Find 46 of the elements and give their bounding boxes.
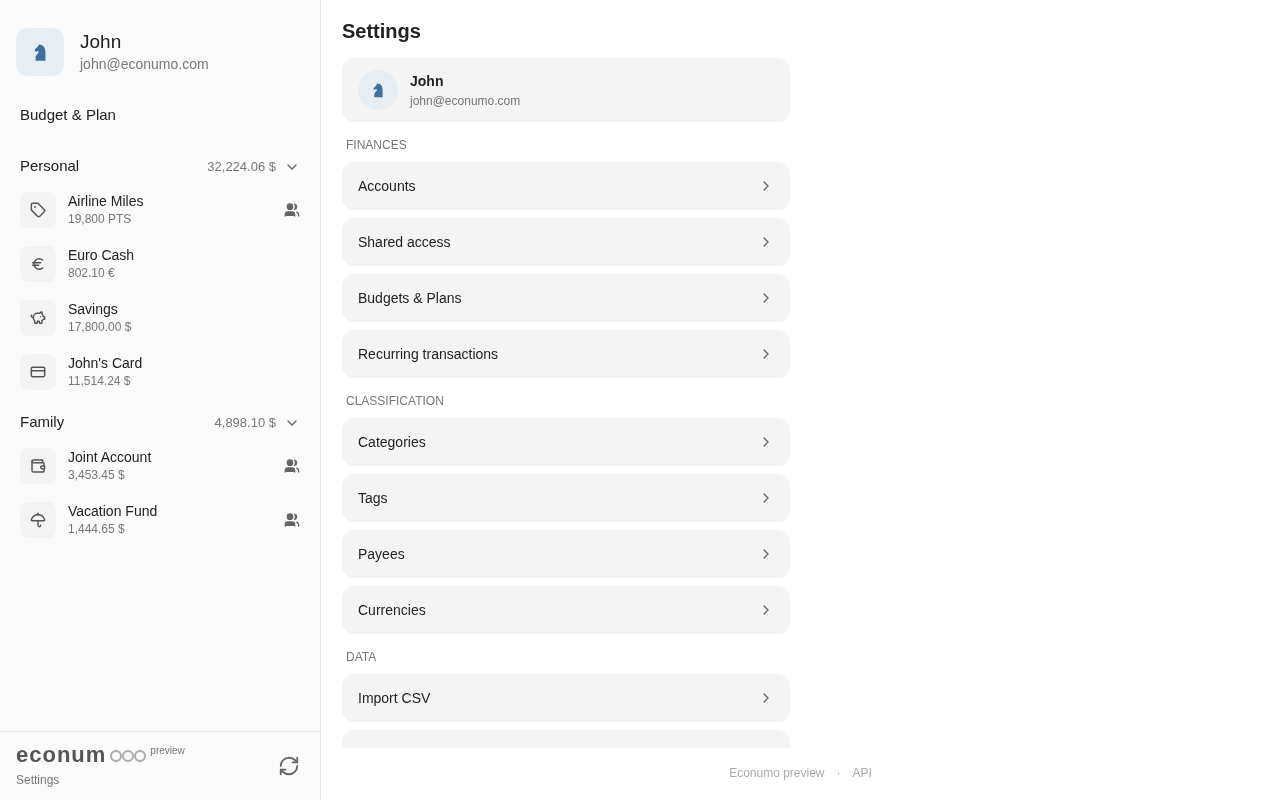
logo-text: econum bbox=[16, 743, 107, 767]
logo-rings-icon bbox=[110, 749, 147, 763]
settings-row[interactable]: Import CSV bbox=[342, 674, 790, 722]
section-heading: DATA bbox=[345, 649, 378, 665]
settings-row[interactable]: Shared access bbox=[342, 218, 790, 266]
account-name[interactable]: Airline Miles bbox=[68, 192, 272, 209]
account-balance: 802.10 € bbox=[68, 264, 116, 281]
settings-row[interactable]: Payees bbox=[342, 530, 790, 578]
account-balance: 17,800.00 $ bbox=[68, 318, 133, 335]
umbrella-icon bbox=[30, 511, 46, 528]
tag-icon bbox=[30, 201, 46, 218]
preview-label: preview bbox=[150, 744, 185, 758]
settings-row[interactable]: Budgets & Plans bbox=[342, 274, 790, 322]
settings-row[interactable]: Accounts bbox=[342, 162, 790, 210]
account-balance: 19,800 PTS bbox=[68, 210, 133, 227]
account-name[interactable]: Euro Cash bbox=[68, 246, 300, 263]
piggy-bank-icon bbox=[30, 309, 46, 326]
profile-name: John bbox=[410, 71, 445, 91]
section-heading: FINANCES bbox=[345, 137, 408, 153]
account-name[interactable]: John's Card bbox=[68, 354, 300, 371]
account-balance: 3,453.45 $ bbox=[68, 466, 126, 483]
footer-separator: · bbox=[836, 765, 841, 782]
folder-name[interactable]: Personal bbox=[20, 155, 80, 178]
settings-row[interactable]: Tags bbox=[342, 474, 790, 522]
account-balance: 11,514.24 $ bbox=[68, 372, 132, 389]
account-name[interactable]: Vacation Fund bbox=[68, 502, 272, 519]
profile-email: john@econumo.com bbox=[410, 92, 521, 110]
budget-link[interactable]: Budget & Plan bbox=[20, 104, 116, 127]
folder-total: 4,898.10 $ bbox=[214, 413, 276, 432]
folder-name[interactable]: Family bbox=[20, 411, 65, 434]
euro-icon bbox=[30, 255, 46, 272]
account-name[interactable]: Joint Account bbox=[68, 448, 272, 465]
settings-row[interactable]: Currencies bbox=[342, 586, 790, 634]
user-name: John bbox=[80, 29, 123, 54]
account-name[interactable]: Savings bbox=[68, 300, 300, 317]
page-title: Settings bbox=[342, 19, 422, 44]
settings-row[interactable]: Recurring transactions bbox=[342, 330, 790, 378]
folder-total: 32,224.06 $ bbox=[207, 157, 276, 176]
settings-row[interactable]: Categories bbox=[342, 418, 790, 466]
footer-app-name: Econumo preview bbox=[729, 765, 825, 782]
account-balance: 1,444.65 $ bbox=[68, 520, 126, 537]
section-heading: CLASSIFICATION bbox=[345, 393, 445, 409]
settings-link[interactable]: Settings bbox=[16, 771, 185, 789]
user-email: john@econumo.com bbox=[80, 54, 209, 74]
profile-card[interactable]: John john@econumo.com bbox=[342, 58, 790, 122]
wallet-icon bbox=[30, 457, 46, 474]
